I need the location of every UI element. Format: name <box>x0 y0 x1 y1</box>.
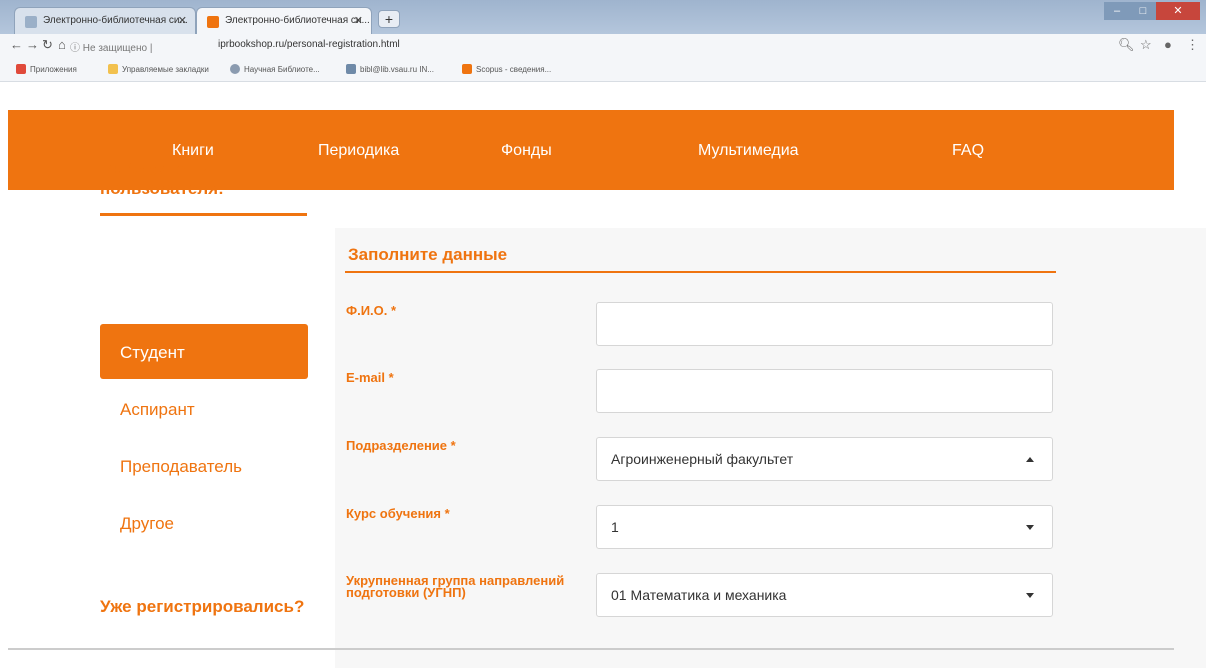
page-favicon-icon <box>25 16 37 28</box>
caret-down-icon <box>1026 525 1034 530</box>
nav-item-funds[interactable]: Фонды <box>501 142 552 160</box>
zoom-icon[interactable]: 🔍︎ <box>1118 37 1135 53</box>
nav-item-faq[interactable]: FAQ <box>952 142 984 160</box>
forward-arrow-icon[interactable]: → <box>26 37 39 53</box>
user-type-teacher[interactable]: Преподаватель <box>100 438 308 493</box>
nav-item-periodicals[interactable]: Периодика <box>318 142 399 160</box>
bookmark-label: Scopus - сведения... <box>476 65 552 74</box>
sidebar-divider <box>100 213 307 216</box>
user-type-postgraduate[interactable]: Аспирант <box>100 381 308 436</box>
page-bottom-edge <box>8 648 1174 650</box>
bookmark-apps[interactable]: Приложения <box>16 64 77 74</box>
reload-icon[interactable]: ↻ <box>42 37 53 53</box>
scopus-icon <box>462 64 472 74</box>
user-type-other[interactable]: Другое <box>100 495 308 550</box>
apps-grid-icon <box>16 64 26 74</box>
menu-icon[interactable]: ⋮ <box>1186 37 1199 53</box>
caret-down-icon <box>1026 593 1034 598</box>
nav-item-books[interactable]: Книги <box>172 142 214 160</box>
bookmark-managed[interactable]: Управляемые закладки <box>108 64 209 74</box>
new-tab-button[interactable]: + <box>378 10 400 28</box>
user-type-student[interactable]: Студент <box>100 324 308 379</box>
home-icon[interactable]: ⌂ <box>58 37 66 53</box>
close-tab-icon[interactable]: ✕ <box>178 14 187 27</box>
bookmark-label: bibl@lib.vsau.ru IN... <box>360 65 434 74</box>
tab-title: Электронно-библиотечная си... <box>225 15 370 26</box>
account-icon[interactable]: ● <box>1164 37 1172 52</box>
email-input[interactable] <box>596 369 1053 413</box>
ugnp-select[interactable]: 01 Математика и механика <box>596 573 1053 617</box>
bookmark-star-icon[interactable]: ☆ <box>1140 37 1152 53</box>
security-label: Не защищено <box>82 43 148 54</box>
nav-item-multimedia[interactable]: Мультимедиа <box>698 142 799 160</box>
bookmark-scopus[interactable]: Scopus - сведения... <box>462 64 551 74</box>
mail-icon <box>346 64 356 74</box>
browser-tab-2[interactable]: Электронно-библиотечная си... ✕ <box>196 7 372 34</box>
already-registered-heading: Уже регистрировались? <box>100 597 305 616</box>
email-label: E-mail * <box>346 370 394 385</box>
tab-title: Электронно-библиотечная си... <box>43 15 188 26</box>
close-tab-icon[interactable]: ✕ <box>354 14 363 27</box>
back-arrow-icon[interactable]: ← <box>10 37 23 53</box>
department-select[interactable]: Агроинженерный факультет <box>596 437 1053 481</box>
form-title: Заполните данные <box>348 245 508 264</box>
maximize-icon[interactable]: □ <box>1130 2 1156 20</box>
ugnp-value: 01 Математика и механика <box>611 587 787 603</box>
sidebar-title: Выберите тип пользователя: <box>100 160 224 198</box>
close-window-icon[interactable]: ✕ <box>1156 2 1200 20</box>
minimize-icon[interactable]: – <box>1104 2 1130 20</box>
bookmark-mail[interactable]: bibl@lib.vsau.ru IN... <box>346 64 434 74</box>
bookmark-label: Научная Библиоте... <box>244 65 320 74</box>
department-label: Подразделение * <box>346 438 456 453</box>
security-indicator[interactable]: ⓘ Не защищено | <box>70 39 152 54</box>
course-select[interactable]: 1 <box>596 505 1053 549</box>
browser-tab-bar: Электронно-библиотечная си... ✕ Электрон… <box>0 0 1206 34</box>
bookmark-library[interactable]: Научная Библиоте... <box>230 64 320 74</box>
address-bar[interactable]: iprbookshop.ru/personal-registration.htm… <box>218 39 400 50</box>
bookmark-label: Приложения <box>30 65 77 74</box>
bookmarks-bar: Приложения Управляемые закладки Научная … <box>0 56 1206 82</box>
browser-tab-1[interactable]: Электронно-библиотечная си... ✕ <box>14 7 196 34</box>
browser-toolbar: ← → ↻ ⌂ ⓘ Не защищено | iprbookshop.ru/p… <box>0 34 1206 56</box>
library-icon <box>230 64 240 74</box>
folder-icon <box>108 64 118 74</box>
course-value: 1 <box>611 519 619 535</box>
department-value: Агроинженерный факультет <box>611 451 794 467</box>
window-controls: – □ ✕ <box>1104 2 1200 20</box>
fio-input[interactable] <box>596 302 1053 346</box>
course-label: Курс обучения * <box>346 506 450 521</box>
bookmark-label: Управляемые закладки <box>122 65 209 74</box>
fio-label: Ф.И.О. * <box>346 303 397 318</box>
ugnp-label: Укрупненная группа направлений подготовк… <box>346 573 565 600</box>
caret-up-icon <box>1026 457 1034 462</box>
form-divider <box>345 271 1056 273</box>
page-favicon-icon <box>207 16 219 28</box>
